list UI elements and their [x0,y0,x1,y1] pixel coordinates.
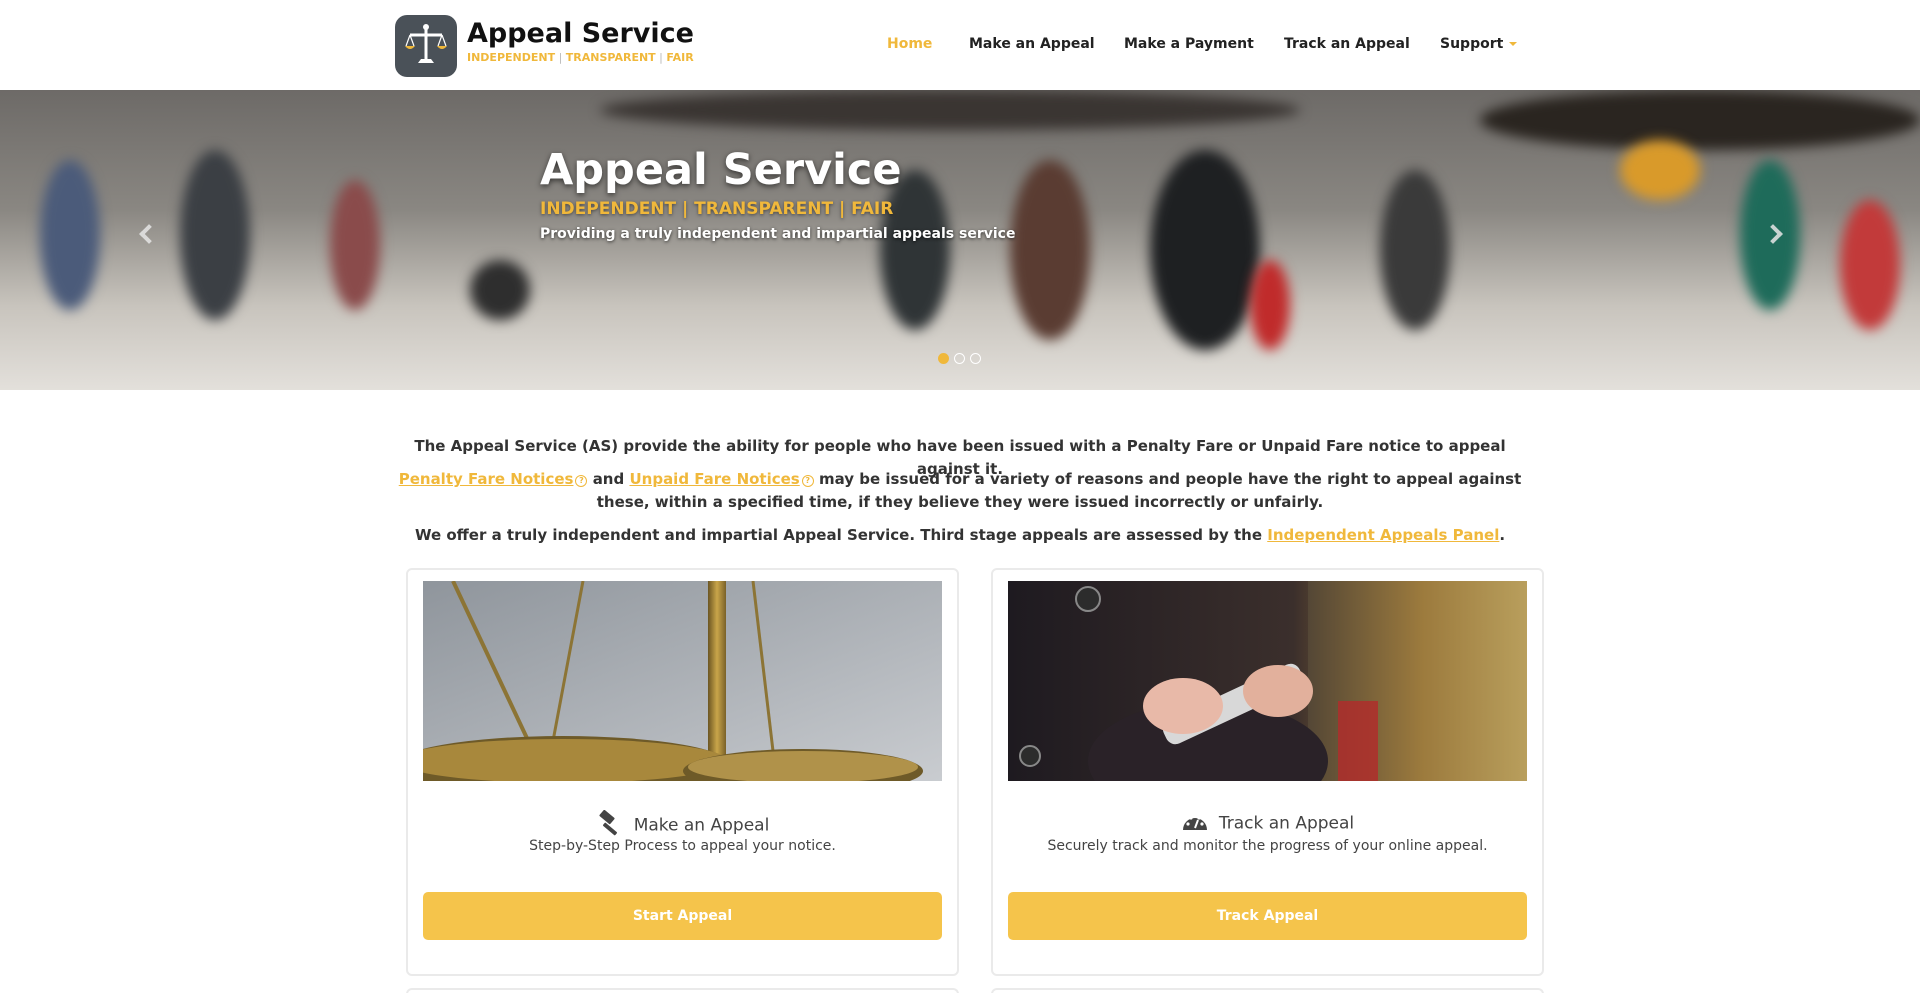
intro-paragraph-3: We offer a truly independent and imparti… [390,524,1530,547]
dashboard-icon [1181,810,1209,837]
hero-title: Appeal Service [540,145,902,195]
nav-track-appeal[interactable]: Track an Appeal [1284,36,1410,52]
gavel-icon [596,809,624,841]
hero-subtitle: Providing a truly independent and impart… [540,226,1016,242]
site-header: Appeal Service INDEPENDENT | TRANSPARENT… [0,0,1920,90]
unpaid-fare-notices-label: Unpaid Fare Notices [629,470,800,488]
brand-tag-fair: FAIR [666,51,694,64]
next-card-top [406,988,959,993]
intro-paragraph-2: Penalty Fare Notices? and Unpaid Fare No… [390,468,1530,514]
intro-paragraph-3-text: We offer a truly independent and imparti… [414,526,1262,544]
nav-support-label: Support [1440,36,1504,52]
independent-appeals-panel-link[interactable]: Independent Appeals Panel [1267,526,1499,544]
make-appeal-card-title: Make an Appeal [408,809,957,841]
caret-down-icon [1509,42,1518,46]
nav-make-appeal[interactable]: Make an Appeal [969,36,1095,52]
carousel-indicator-1[interactable] [938,353,949,364]
hero-tagline: INDEPENDENT | TRANSPARENT | FAIR [540,199,894,219]
track-appeal-button[interactable]: Track Appeal [1008,892,1527,940]
carousel-indicator-2[interactable] [954,353,965,364]
phone-image [1008,581,1527,781]
intro-and: and [592,470,625,488]
chevron-left-icon[interactable] [139,224,159,244]
help-icon: ? [801,475,814,487]
hero-carousel: Appeal Service INDEPENDENT | TRANSPARENT… [0,90,1920,390]
make-appeal-card-description: Step-by-Step Process to appeal your noti… [529,838,836,854]
make-appeal-card: Make an Appeal Step-by-Step Process to a… [406,568,959,976]
nav-home[interactable]: Home [887,36,932,52]
penalty-fare-notices-label: Penalty Fare Notices [398,470,574,488]
nav-make-payment[interactable]: Make a Payment [1124,36,1254,52]
penalty-fare-notices-link[interactable]: Penalty Fare Notices? [399,470,588,488]
brand-tagline: INDEPENDENT | TRANSPARENT | FAIR [467,51,694,64]
make-appeal-card-title-label: Make an Appeal [633,815,770,836]
brand-tag-independent: INDEPENDENT [467,51,556,64]
scales-icon[interactable] [395,15,457,77]
carousel-indicator-3[interactable] [970,353,981,364]
intro-period: . [1499,526,1506,544]
track-appeal-card-title: Track an Appeal [993,810,1542,837]
start-appeal-button[interactable]: Start Appeal [423,892,942,940]
track-appeal-card: Track an Appeal Securely track and monit… [991,568,1544,976]
track-appeal-card-title-label: Track an Appeal [1218,813,1355,834]
help-icon: ? [575,475,588,487]
nav-support[interactable]: Support [1440,36,1518,52]
brand-title[interactable]: Appeal Service [467,18,694,49]
brand-tag-transparent: TRANSPARENT [565,51,656,64]
next-card-top [991,988,1544,993]
unpaid-fare-notices-link[interactable]: Unpaid Fare Notices? [629,470,814,488]
track-appeal-card-description: Securely track and monitor the progress … [1047,838,1488,854]
scales-image [423,581,942,781]
